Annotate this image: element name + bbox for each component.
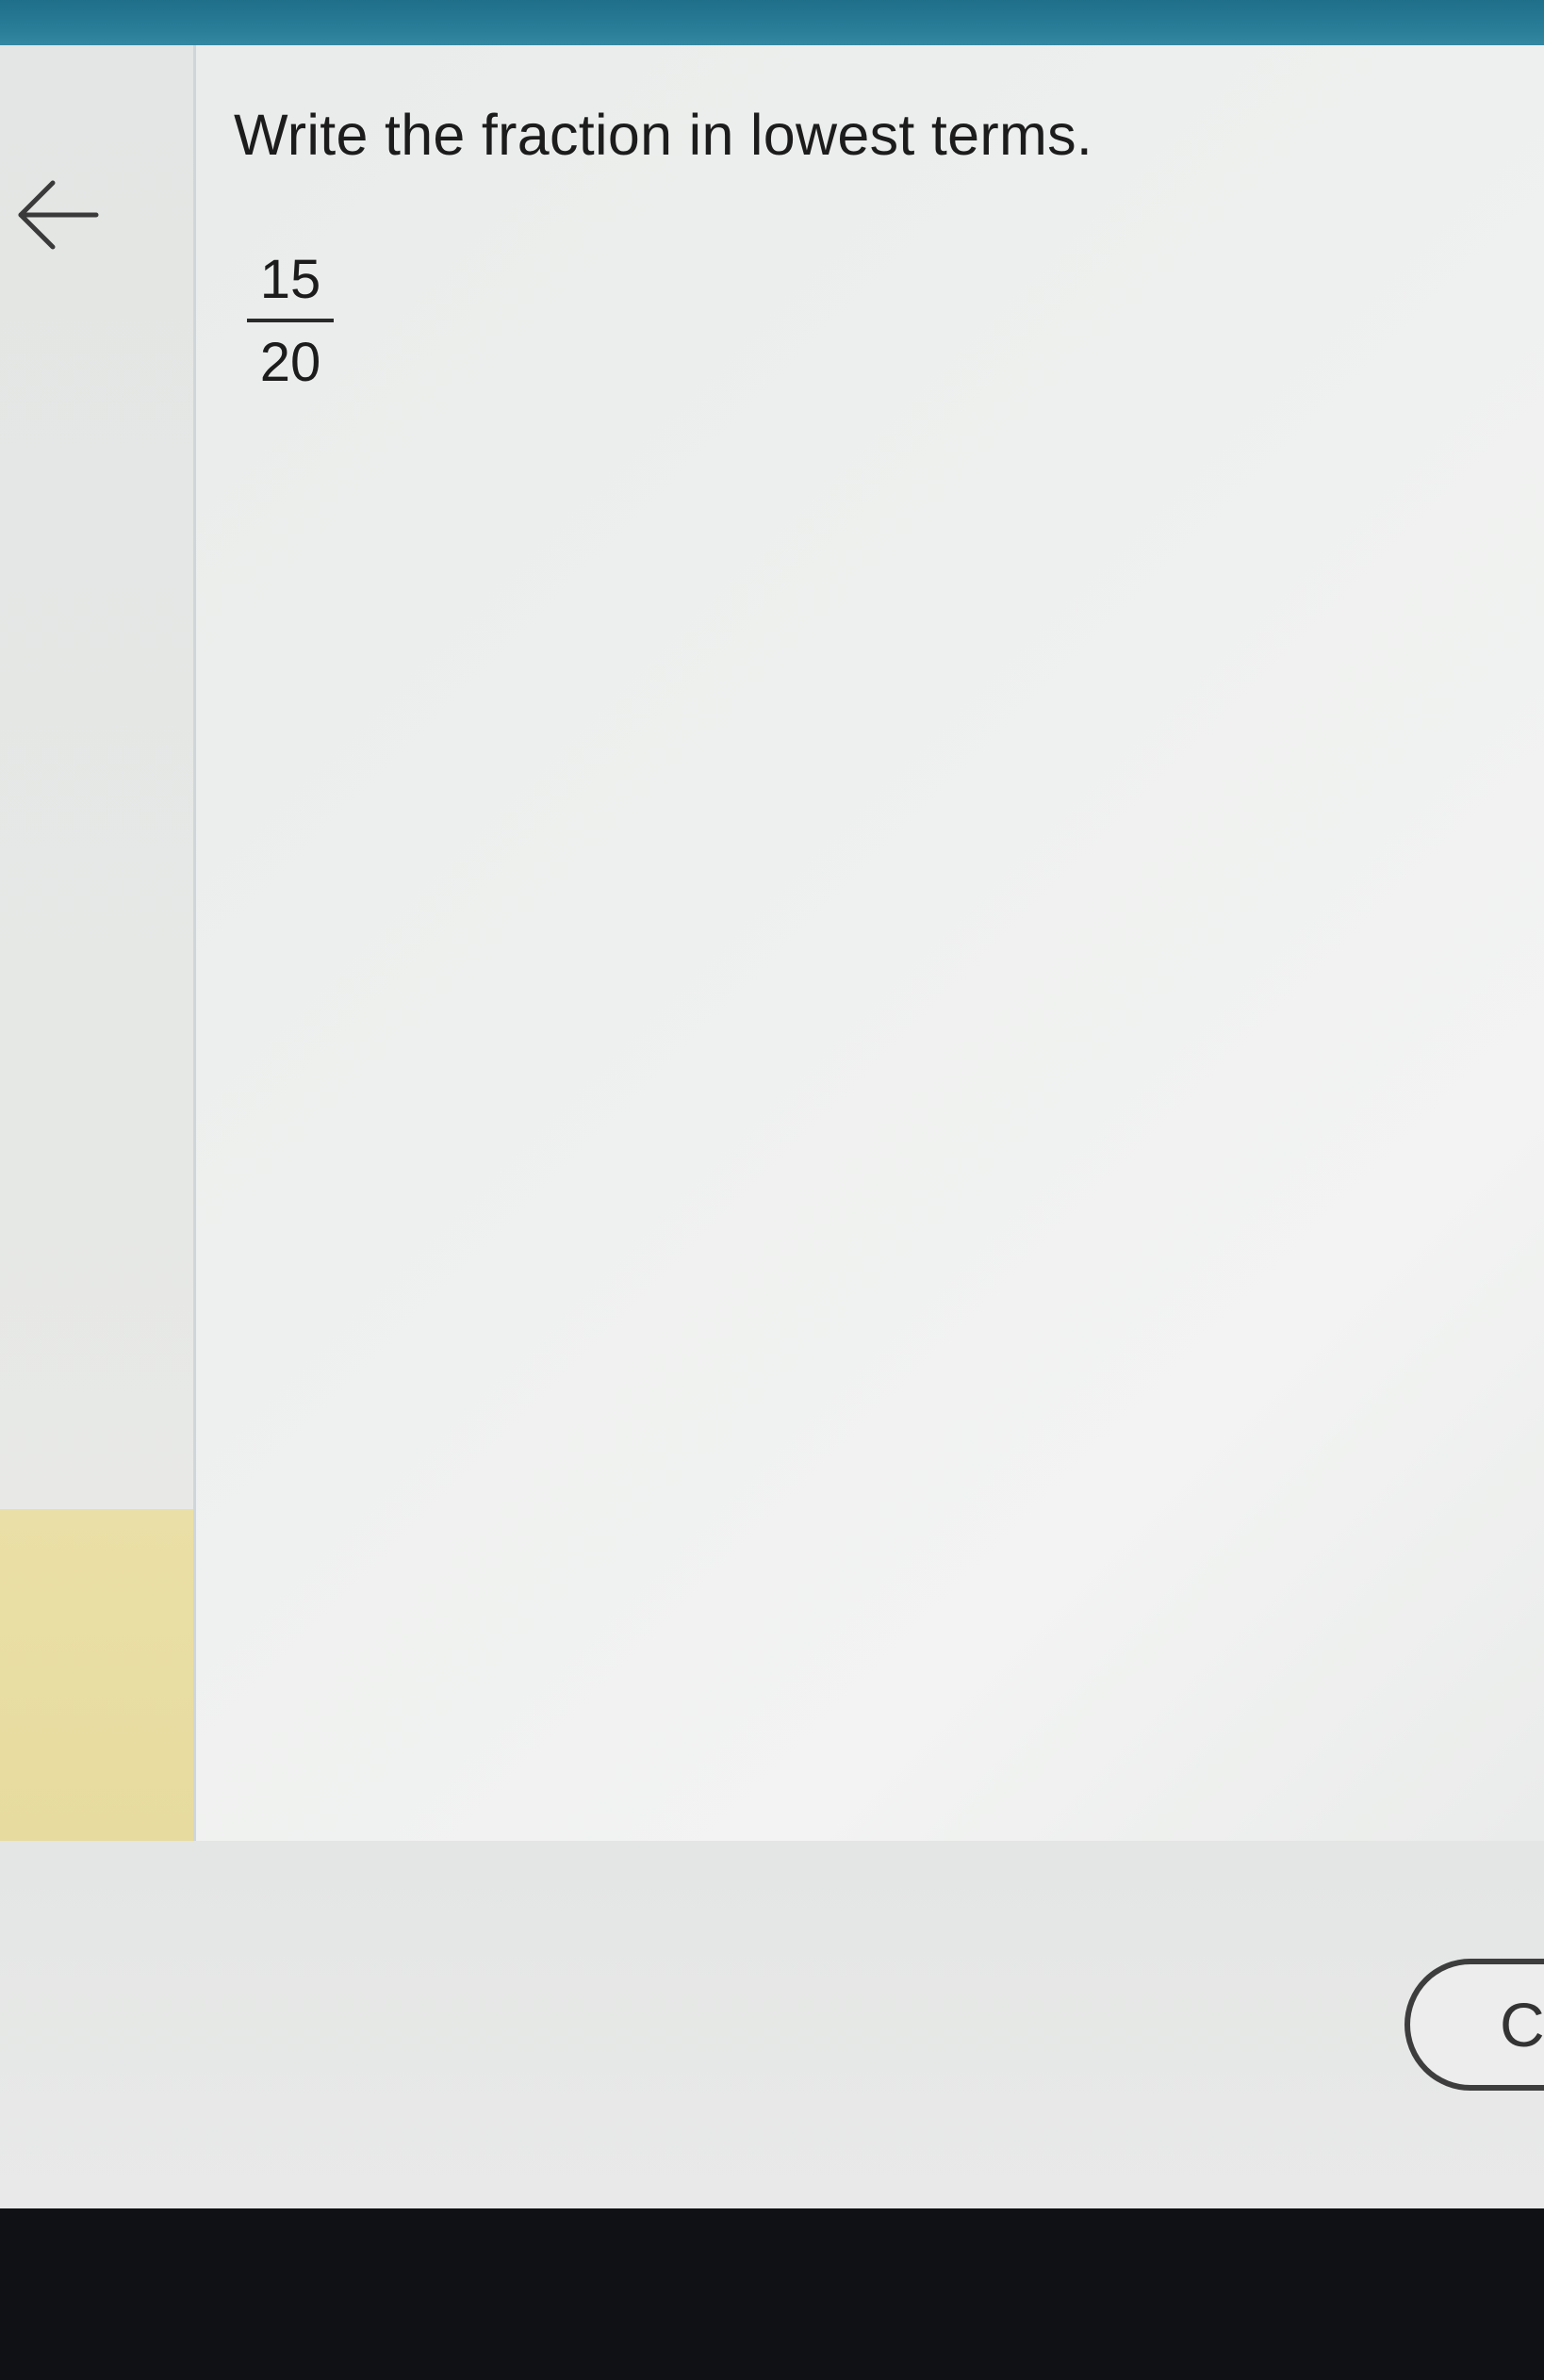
question-instruction: Write the fraction in lowest terms. <box>234 103 1093 167</box>
question-panel: Write the fraction in lowest terms. 15 2… <box>196 45 1544 1843</box>
arrow-left-icon <box>18 180 99 250</box>
left-rail <box>0 45 196 1841</box>
fraction-bar <box>247 319 334 322</box>
fraction-numerator: 15 <box>259 249 321 310</box>
check-answer-button[interactable]: C <box>1404 1959 1544 2091</box>
rail-highlight <box>0 1509 193 1841</box>
fraction-denominator: 20 <box>259 332 321 393</box>
app-screen: Write the fraction in lowest terms. 15 2… <box>0 45 1544 2208</box>
fraction: 15 20 <box>245 253 336 390</box>
back-button[interactable] <box>9 168 104 262</box>
check-answer-label: C <box>1500 1990 1544 2060</box>
footer-area: C <box>0 1841 1544 2208</box>
